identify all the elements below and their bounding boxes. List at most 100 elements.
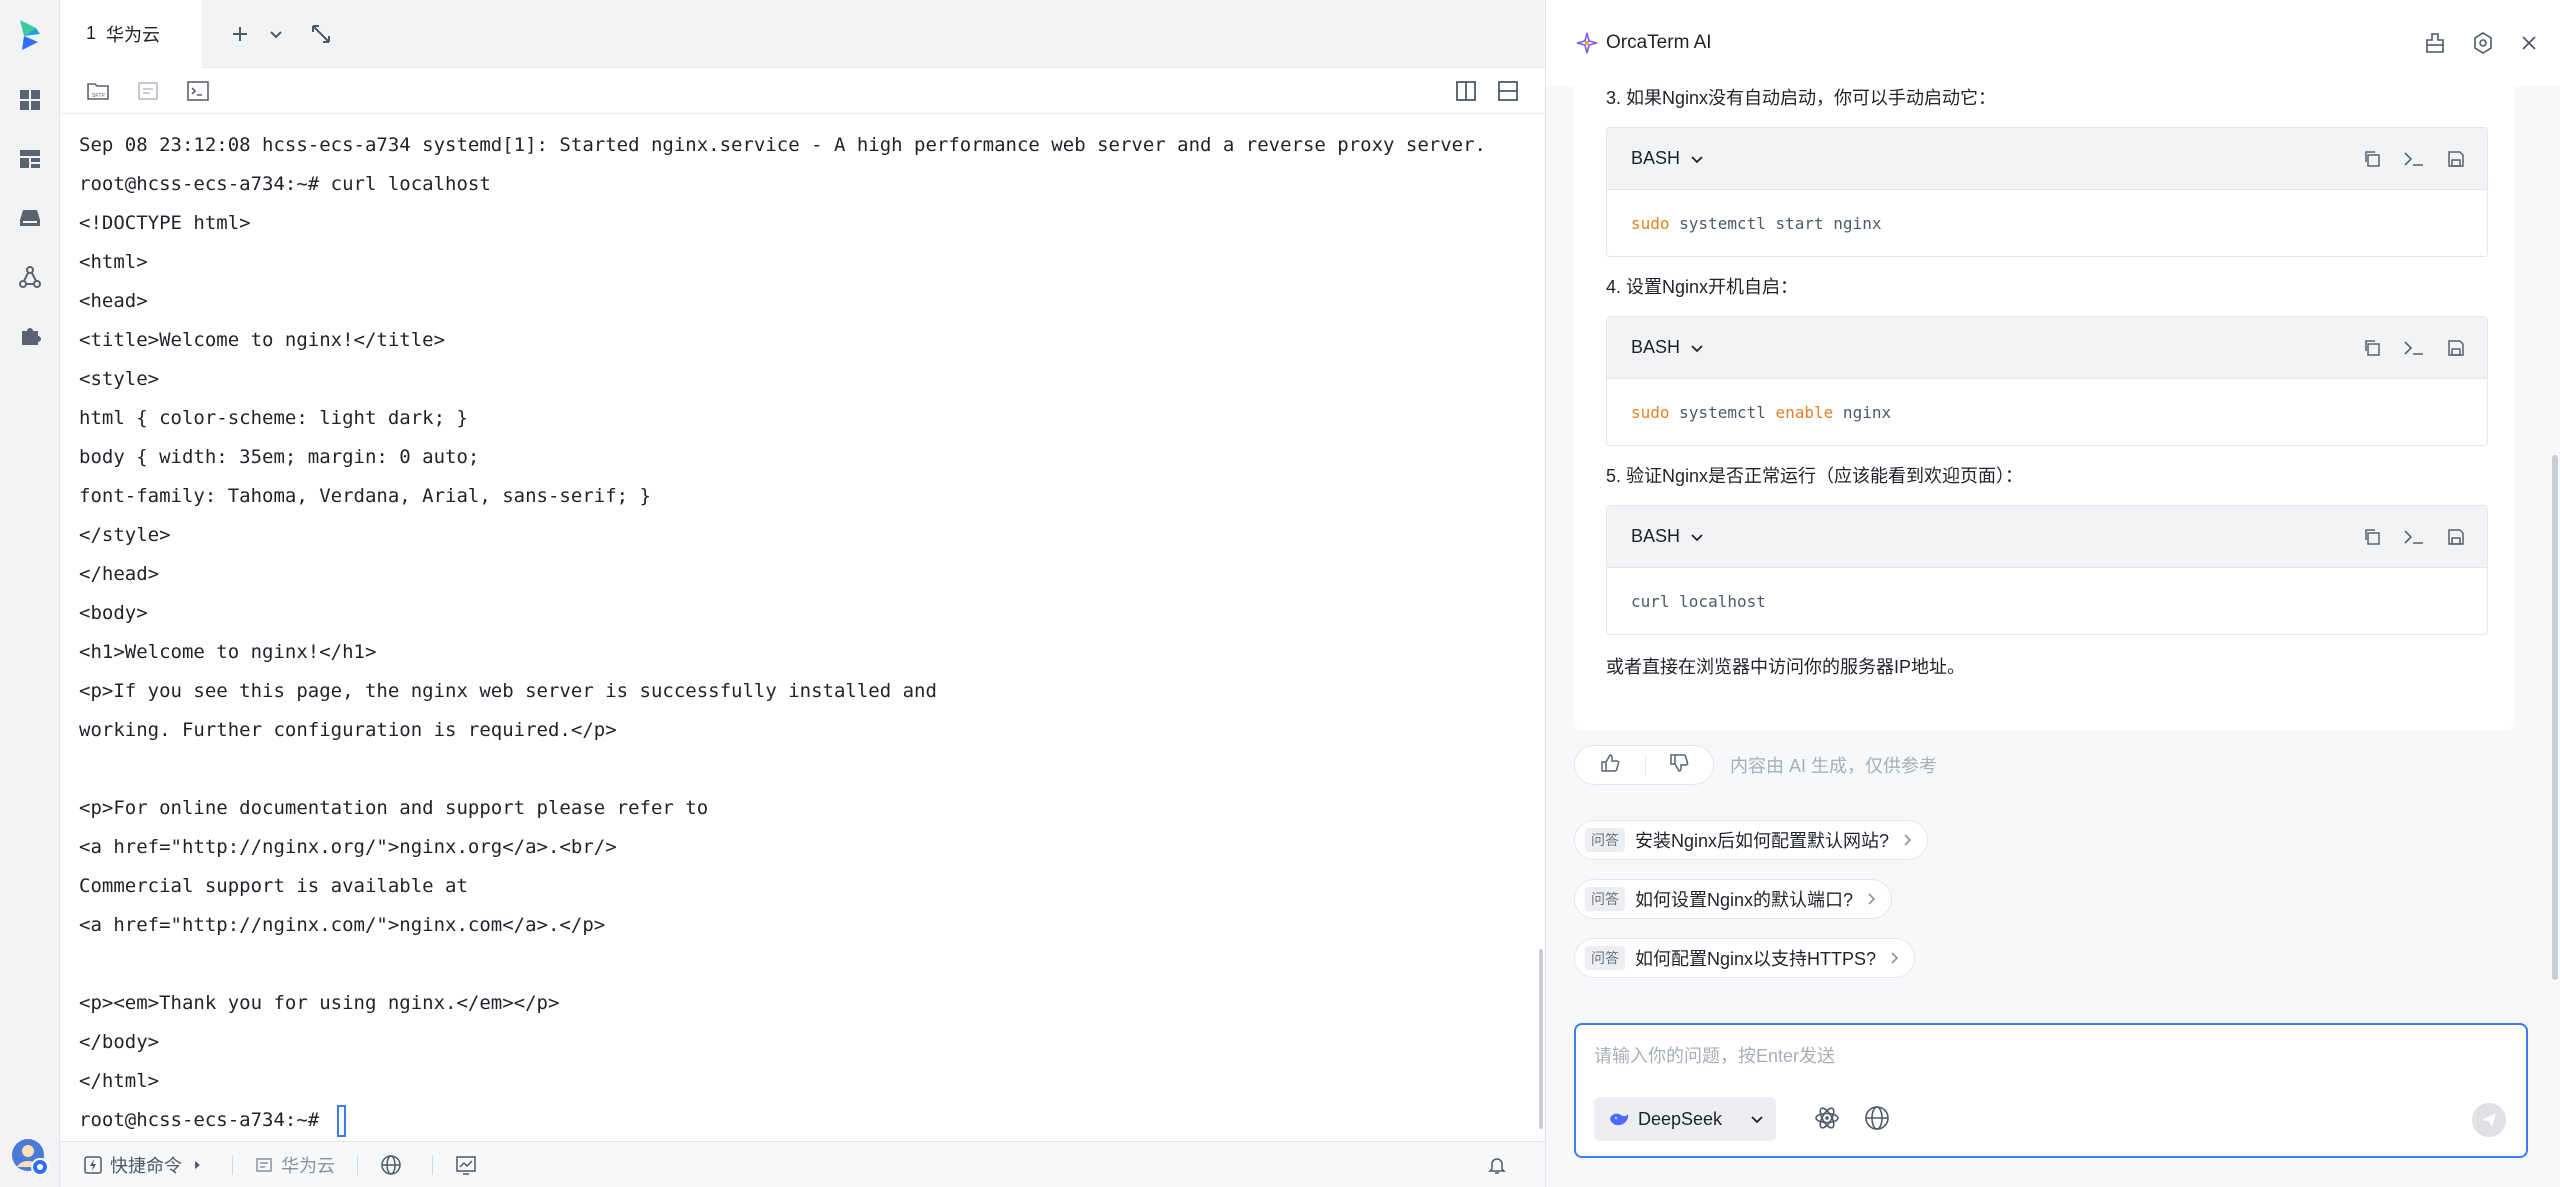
terminal-prompt-line[interactable]: root@hcss-ecs-a734:~# — [79, 1101, 1545, 1140]
ai-scrollbar[interactable] — [2552, 455, 2558, 980]
tab-huaweicloud[interactable]: 1 华为云 — [60, 0, 202, 68]
terminal-line: <title>Welcome to nginx!</title> — [79, 329, 446, 351]
save-icon[interactable] — [2447, 150, 2465, 168]
code-keyword: enable — [1775, 402, 1834, 422]
code-block: BASH sudo systemctl start nginx — [1606, 127, 2488, 257]
terminal-line: </head> — [79, 563, 160, 585]
suggestion-item[interactable]: 问答 如何配置Nginx以支持HTTPS? — [1574, 938, 1916, 978]
terminal-line: <h1>Welcome to nginx!</h1> — [79, 641, 377, 663]
close-icon[interactable] — [2520, 34, 2538, 52]
code-keyword: sudo — [1631, 213, 1670, 233]
terminal-line: html { color-scheme: light dark; } — [79, 407, 468, 429]
code-language[interactable]: BASH — [1631, 337, 1680, 358]
plugins-icon[interactable] — [12, 318, 48, 354]
ai-question-input[interactable] — [1594, 1041, 2494, 1071]
model-selector[interactable]: DeepSeek — [1594, 1097, 1776, 1141]
save-icon[interactable] — [2447, 528, 2465, 546]
left-rail — [0, 0, 60, 1187]
chevron-down-icon[interactable] — [268, 26, 284, 42]
chevron-right-icon — [1903, 833, 1913, 847]
code-token: nginx — [1833, 402, 1892, 422]
ai-conversation[interactable]: 3. 如果Nginx没有自动启动，你可以手动启动它： BASH sudo sys… — [1546, 70, 2556, 1010]
code-language[interactable]: BASH — [1631, 148, 1680, 169]
chevron-right-icon — [1890, 951, 1900, 965]
split-horizontal-icon[interactable] — [1497, 80, 1519, 102]
terminal-line: </html> — [79, 1070, 160, 1092]
host-label: 华为云 — [281, 1155, 335, 1176]
atom-icon[interactable] — [1814, 1105, 1840, 1131]
host-indicator[interactable]: 华为云 — [255, 1152, 335, 1178]
quick-commands-label: 快捷命令 — [110, 1155, 182, 1176]
terminal-icon[interactable] — [186, 80, 210, 102]
suggestion-item[interactable]: 问答 如何设置Nginx的默认端口? — [1574, 879, 1893, 919]
storage-icon[interactable] — [12, 200, 48, 236]
chevron-down-icon — [1750, 1112, 1764, 1126]
terminal-line: Commercial support is available at — [79, 875, 468, 897]
ai-panel: OrcaTerm AI 3. 如果Nginx没有自动启动，你可以手动启动它： B… — [1546, 0, 2560, 1187]
copy-icon[interactable] — [2363, 528, 2381, 546]
suggestion-text: 如何设置Nginx的默认端口? — [1635, 890, 1854, 910]
suggestion-text: 安装Nginx后如何配置默认网站? — [1635, 831, 1890, 851]
network-icon[interactable] — [12, 259, 48, 295]
terminal-line: <a href="http://nginx.com/">nginx.com</a… — [79, 914, 606, 936]
globe-icon[interactable] — [380, 1154, 410, 1176]
save-icon[interactable] — [2447, 339, 2465, 357]
sftp-icon[interactable]: SFTP — [86, 80, 110, 102]
code-content[interactable]: sudo systemctl enable nginx — [1607, 379, 2487, 445]
chevron-down-icon[interactable] — [1690, 341, 1704, 355]
web-search-globe-icon[interactable] — [1864, 1105, 1890, 1131]
clear-chat-icon[interactable] — [2424, 32, 2446, 54]
split-vertical-icon[interactable] — [1455, 80, 1477, 102]
terminal-prompt: root@hcss-ecs-a734:~# — [79, 1109, 331, 1131]
divider — [1645, 756, 1646, 776]
suggestion-tag: 问答 — [1585, 828, 1625, 852]
run-in-terminal-icon[interactable] — [2403, 339, 2425, 357]
suggestion-text: 如何配置Nginx以支持HTTPS? — [1635, 949, 1877, 969]
chevron-down-icon[interactable] — [1690, 530, 1704, 544]
lightning-icon — [84, 1155, 102, 1174]
add-tab-icon[interactable] — [230, 24, 250, 44]
bell-icon[interactable] — [1487, 1155, 1515, 1175]
terminal-line: </style> — [79, 524, 171, 546]
code-token: systemctl — [1669, 402, 1776, 422]
expand-icon[interactable] — [310, 23, 332, 45]
terminal-line: Sep 08 23:12:08 hcss-ecs-a734 systemd[1]… — [79, 134, 1486, 156]
suggestion-item[interactable]: 问答 安装Nginx后如何配置默认网站? — [1574, 820, 1929, 860]
servers-icon[interactable] — [12, 141, 48, 177]
thumbs-down-icon[interactable] — [1668, 752, 1690, 779]
quick-commands-button[interactable]: 快捷命令 — [84, 1152, 210, 1178]
terminal-line: <head> — [79, 290, 148, 312]
code-block: BASH curl localhost — [1606, 505, 2488, 635]
terminal-scrollbar[interactable] — [1539, 949, 1543, 1129]
run-in-terminal-icon[interactable] — [2403, 150, 2425, 168]
run-in-terminal-icon[interactable] — [2403, 528, 2425, 546]
code-block: BASH sudo systemctl enable nginx — [1606, 316, 2488, 446]
code-content[interactable]: curl localhost — [1607, 568, 2487, 634]
file-transfer-icon[interactable] — [136, 80, 160, 102]
terminal-output[interactable]: Sep 08 23:12:08 hcss-ecs-a734 systemd[1]… — [60, 114, 1545, 1141]
svg-text:SFTP: SFTP — [92, 93, 105, 99]
model-name: DeepSeek — [1638, 1108, 1723, 1129]
terminal-line: <p>If you see this page, the nginx web s… — [79, 680, 937, 702]
terminal-line: <a href="http://nginx.org/">nginx.org</a… — [79, 836, 617, 858]
chevron-down-icon[interactable] — [1690, 152, 1704, 166]
send-button[interactable] — [2472, 1103, 2506, 1137]
suggestion-tag: 问答 — [1585, 946, 1625, 970]
monitor-icon[interactable] — [455, 1154, 485, 1176]
step-3-text: 3. 如果Nginx没有自动启动，你可以手动启动它： — [1606, 88, 1997, 108]
copy-icon[interactable] — [2363, 150, 2381, 168]
copy-icon[interactable] — [2363, 339, 2381, 357]
feedback-pill — [1574, 745, 1714, 785]
terminal-line: working. Further configuration is requir… — [79, 719, 617, 741]
code-content[interactable]: sudo systemctl start nginx — [1607, 190, 2487, 256]
dashboard-icon[interactable] — [12, 82, 48, 118]
thumbs-up-icon[interactable] — [1599, 752, 1621, 779]
terminal-line: <p>For online documentation and support … — [79, 797, 709, 819]
settings-gear-icon[interactable] — [2472, 32, 2494, 54]
closing-text: 或者直接在浏览器中访问你的服务器IP地址。 — [1606, 657, 1966, 677]
step-5-text: 5. 验证Nginx是否正常运行（应该能看到欢迎页面）： — [1606, 466, 2024, 486]
app-logo-icon[interactable] — [16, 18, 44, 52]
code-language[interactable]: BASH — [1631, 526, 1680, 547]
chevron-right-icon — [1867, 892, 1877, 906]
user-avatar[interactable] — [10, 1137, 50, 1177]
